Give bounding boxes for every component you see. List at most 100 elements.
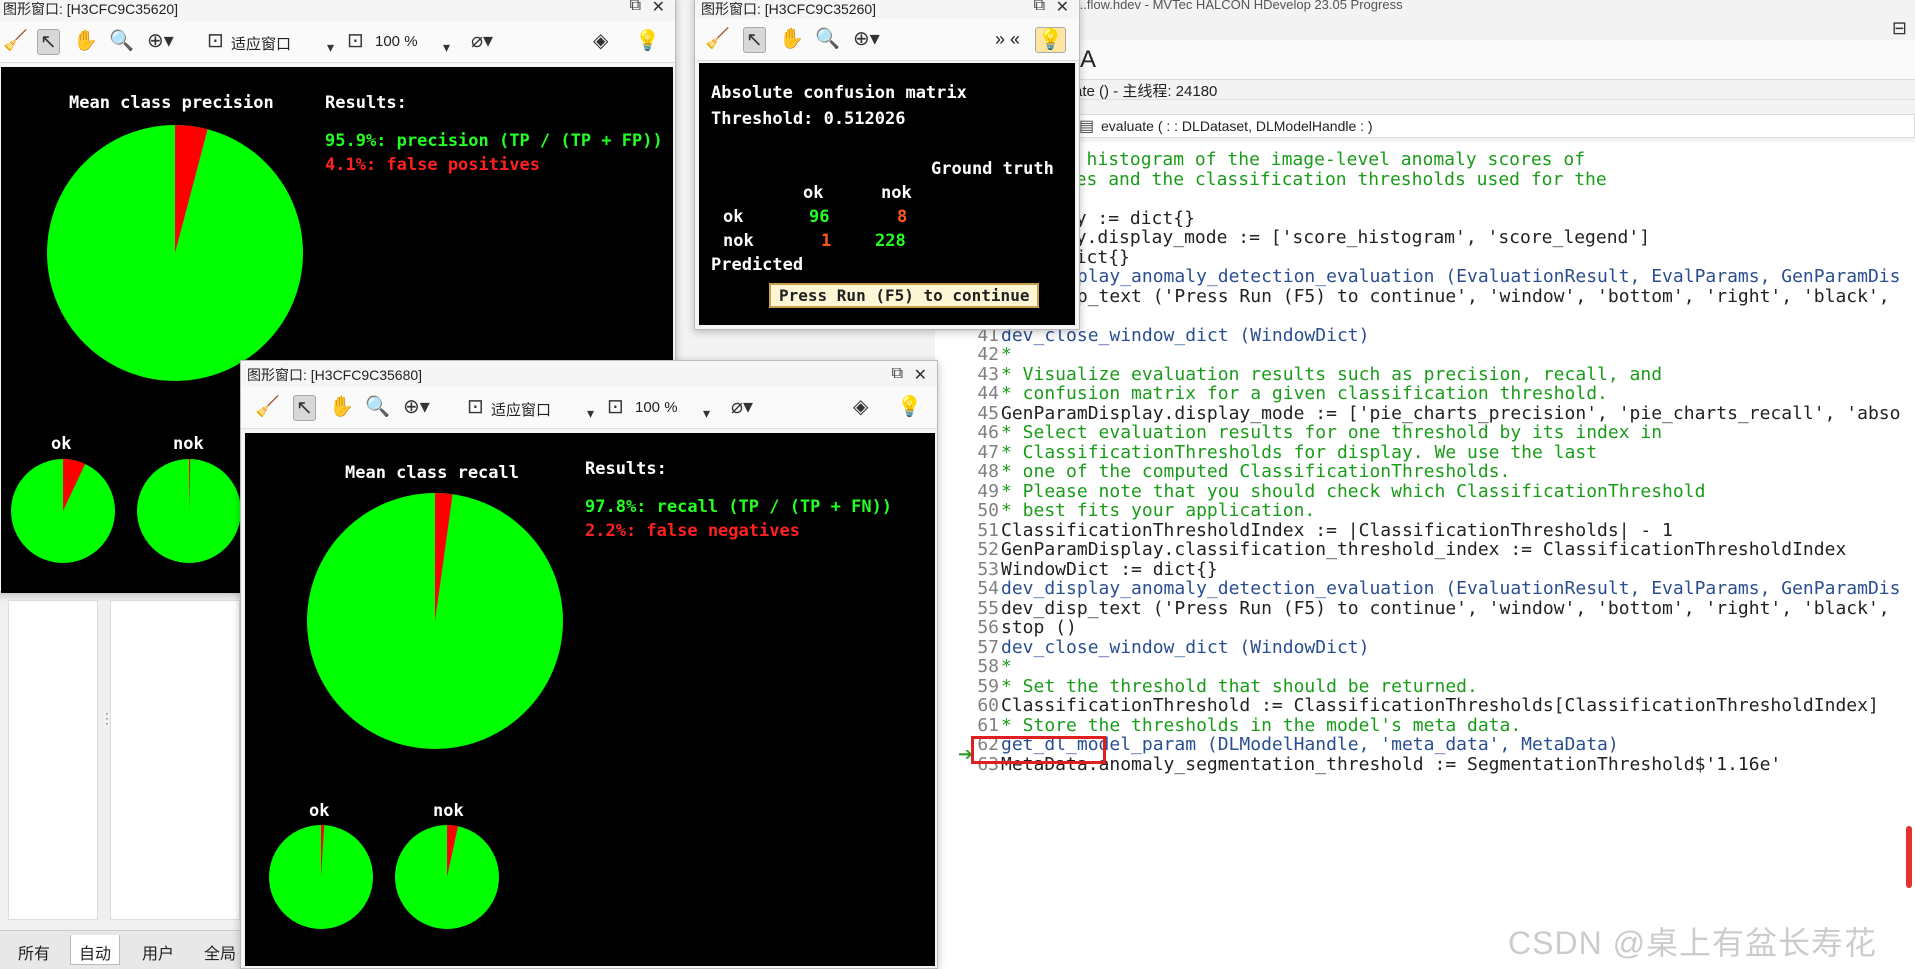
code-line[interactable]: 55 dev_disp_text ('Press Run (F5) to cont… — [935, 597, 1889, 621]
zoom-in-icon[interactable]: ⊕▾ — [853, 27, 880, 51]
result-line-precision: 95.9%: precision (TP / (TP + FP)) — [325, 131, 663, 151]
shape-icon[interactable]: ⌀▾ — [471, 29, 493, 53]
cell-nok-nok: 228 — [875, 231, 906, 251]
procedure-signature: evaluate ( : : DLDataset, DLModelHandle … — [1101, 118, 1373, 134]
toolbar-overflow[interactable]: » « — [995, 29, 1020, 50]
hand-icon[interactable]: ✋ — [73, 29, 98, 53]
scroll-indicator[interactable] — [1906, 826, 1912, 888]
graphics-window-recall: 图形窗口: [H3CFC9C35680] ⧉ ✕ 🧹 ↖ ✋ 🔍 ⊕▾ ⊡ 适应… — [240, 360, 938, 969]
window-title: 图形窗口: [H3CFC9C35620] — [3, 1, 179, 17]
thread-label: ate () - 主线程: 24180 — [1070, 80, 1915, 100]
pie-ok-recall — [269, 825, 373, 929]
ide-title-bar: ...flow.hdev - MVTec HALCON HDevelop 23.… — [1050, 0, 1915, 14]
code-text: dev_disp_text ('Press Run (F5) to contin… — [1001, 285, 1890, 307]
lightbulb-icon[interactable]: 💡 — [635, 29, 660, 53]
pointer-icon[interactable]: ↖ — [743, 27, 766, 53]
matrix-heading: Absolute confusion matrix — [711, 83, 967, 103]
lightbulb-icon[interactable]: 💡 — [897, 395, 922, 419]
class-label-ok: ok — [309, 801, 330, 821]
chevron-down-icon[interactable]: ▾ — [443, 35, 450, 59]
variable-list-column[interactable] — [8, 600, 98, 920]
close-icon[interactable]: ✕ — [914, 365, 927, 385]
result-line-false-negatives: 2.2%: false negatives — [585, 521, 800, 541]
graphics-window-confusion: 图形窗口: [H3CFC9C35260] ⧉ ✕ 🧹 ↖ ✋ 🔍 ⊕▾ » « … — [694, 0, 1080, 330]
layers-icon[interactable]: ◈ — [853, 395, 868, 419]
procedure-icon: ▤ — [1079, 118, 1095, 135]
tab-user[interactable]: 用户 — [134, 935, 182, 965]
ide-title: ...flow.hdev - MVTec HALCON HDevelop 23.… — [1076, 0, 1403, 12]
window-toolbar: 🧹 ↖ ✋ 🔍 ⊕▾ ⊡ 适应窗口 ▾ ⊡ 100 % ▾ ⌀▾ ◈ 💡 — [241, 387, 937, 429]
sidebar-toggle-icon[interactable]: ⊟ — [1892, 18, 1907, 39]
code-text: dev_close_window_dict (WindowDict) — [1001, 636, 1370, 658]
pie-ok-precision — [11, 459, 115, 563]
zoom-in-icon[interactable]: ⊕▾ — [403, 395, 430, 419]
broom-icon[interactable]: 🧹 — [705, 27, 730, 51]
close-icon[interactable]: ✕ — [652, 0, 665, 17]
variable-tabs: 所有 自动 用户 全局 — [0, 930, 245, 969]
magnifier-icon[interactable]: 🔍 — [365, 395, 390, 419]
predicted-label: Predicted — [711, 255, 804, 275]
zoom-select[interactable]: 100 % — [375, 33, 418, 50]
lightbulb-icon[interactable]: 💡 — [1035, 27, 1066, 53]
result-line-false-positives: 4.1%: false positives — [325, 155, 540, 175]
variable-list-column[interactable] — [110, 600, 240, 920]
shape-icon[interactable]: ⌀▾ — [731, 395, 753, 419]
restore-icon[interactable]: ⧉ — [892, 365, 903, 383]
window-toolbar: 🧹 ↖ ✋ 🔍 ⊕▾ » « 💡 — [695, 19, 1079, 61]
fit-window-button[interactable]: 适应窗口 — [231, 33, 291, 54]
restore-icon[interactable]: ⧉ — [630, 0, 641, 15]
results-label: Results: — [585, 459, 667, 479]
procedure-selector[interactable]: ▤ evaluate ( : : DLDataset, DLModelHandl… — [1070, 114, 1915, 138]
cell-ok-nok: 8 — [897, 207, 908, 227]
top-letter: A — [1080, 46, 1097, 73]
graphics-canvas[interactable]: Mean class recall Results: 97.8%: recall… — [245, 433, 935, 966]
magnifier-icon[interactable]: 🔍 — [109, 29, 134, 53]
pie-main-precision — [47, 125, 303, 381]
col-header-ok: ok — [803, 183, 824, 203]
layers-icon[interactable]: ◈ — [593, 29, 608, 53]
chevron-down-icon[interactable]: ▾ — [587, 401, 594, 425]
magnifier-icon[interactable]: 🔍 — [815, 27, 840, 51]
zoom-icon[interactable]: ⊡ — [607, 395, 624, 419]
result-line-recall: 97.8%: recall (TP / (TP + FN)) — [585, 497, 893, 517]
zoom-in-icon[interactable]: ⊕▾ — [147, 29, 174, 53]
window-title: 图形窗口: [H3CFC9C35260] — [701, 1, 877, 17]
fit-window-button[interactable]: 适应窗口 — [491, 399, 551, 420]
current-line-highlight — [971, 736, 1106, 764]
pie-nok-precision — [137, 459, 241, 563]
ide-toolbar: A ⊟ — [1080, 18, 1915, 80]
chevron-down-icon[interactable]: ▾ — [327, 35, 334, 59]
pointer-icon[interactable]: ↖ — [37, 29, 60, 55]
window-toolbar: 🧹 ↖ ✋ 🔍 ⊕▾ ⊡ 适应窗口 ▾ ⊡ 100 % ▾ ⌀▾ ◈ 💡 — [0, 21, 675, 63]
zoom-icon[interactable]: ⊡ — [347, 29, 364, 53]
variable-pane: ⋮ — [0, 590, 245, 930]
tab-global[interactable]: 全局 — [196, 935, 244, 965]
window-title: 图形窗口: [H3CFC9C35680] — [247, 367, 423, 383]
hand-icon[interactable]: ✋ — [329, 395, 354, 419]
continue-hint: Press Run (F5) to continue — [769, 283, 1040, 308]
fit-window-icon[interactable]: ⊡ — [207, 29, 224, 53]
code-editor[interactable]: lize the histogram of the image-level an… — [935, 142, 1915, 969]
code-text: MetaData.anomaly_segmentation_threshold … — [1001, 753, 1782, 775]
watermark: CSDN @桌上有盆长寿花 — [1508, 925, 1878, 961]
tab-all[interactable]: 所有 — [10, 935, 58, 965]
graphics-canvas[interactable]: Absolute confusion matrix Threshold: 0.5… — [699, 63, 1075, 325]
close-icon[interactable]: ✕ — [1056, 0, 1069, 17]
hand-icon[interactable]: ✋ — [779, 27, 804, 51]
broom-icon[interactable]: 🧹 — [255, 395, 280, 419]
restore-icon[interactable]: ⧉ — [1034, 0, 1045, 15]
cell-ok-ok: 96 — [809, 207, 830, 227]
chart-heading: Mean class recall — [345, 463, 519, 483]
pointer-icon[interactable]: ↖ — [293, 395, 316, 421]
code-text: est images and the classification thresh… — [989, 168, 1607, 190]
zoom-select[interactable]: 100 % — [635, 399, 678, 416]
tab-auto[interactable]: 自动 — [70, 935, 121, 965]
pie-main-recall — [307, 493, 563, 749]
cell-nok-ok: 1 — [821, 231, 832, 251]
broom-icon[interactable]: 🧹 — [3, 29, 28, 53]
chevron-down-icon[interactable]: ▾ — [703, 401, 710, 425]
ground-truth-label: Ground truth — [931, 159, 1054, 179]
threshold-label: Threshold: 0.512026 — [711, 109, 906, 129]
class-label-ok: ok — [51, 434, 72, 454]
fit-window-icon[interactable]: ⊡ — [467, 395, 484, 419]
